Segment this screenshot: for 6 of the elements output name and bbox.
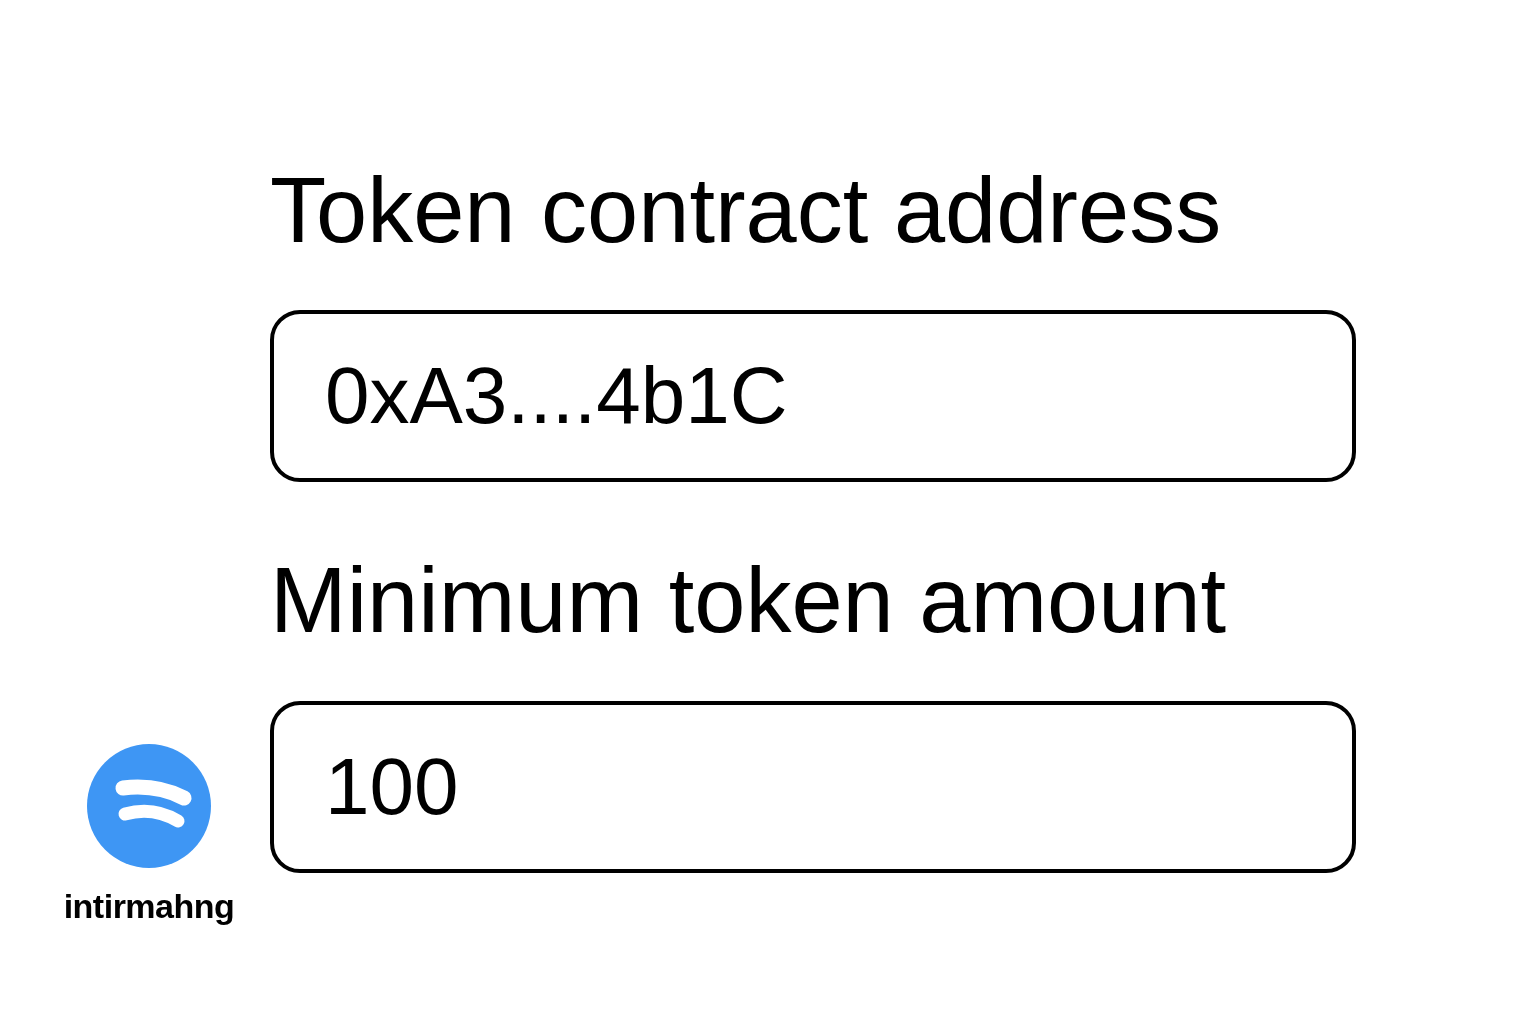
input-field[interactable]: 100: [270, 700, 1356, 873]
logo-icon: [87, 743, 211, 868]
field-label: Minimum token amount: [270, 548, 1228, 654]
input-field[interactable]: 0xA3....4b1C: [270, 310, 1356, 483]
field-label: Token contract address: [270, 158, 1223, 263]
brand-name: intirmahng: [63, 887, 235, 926]
